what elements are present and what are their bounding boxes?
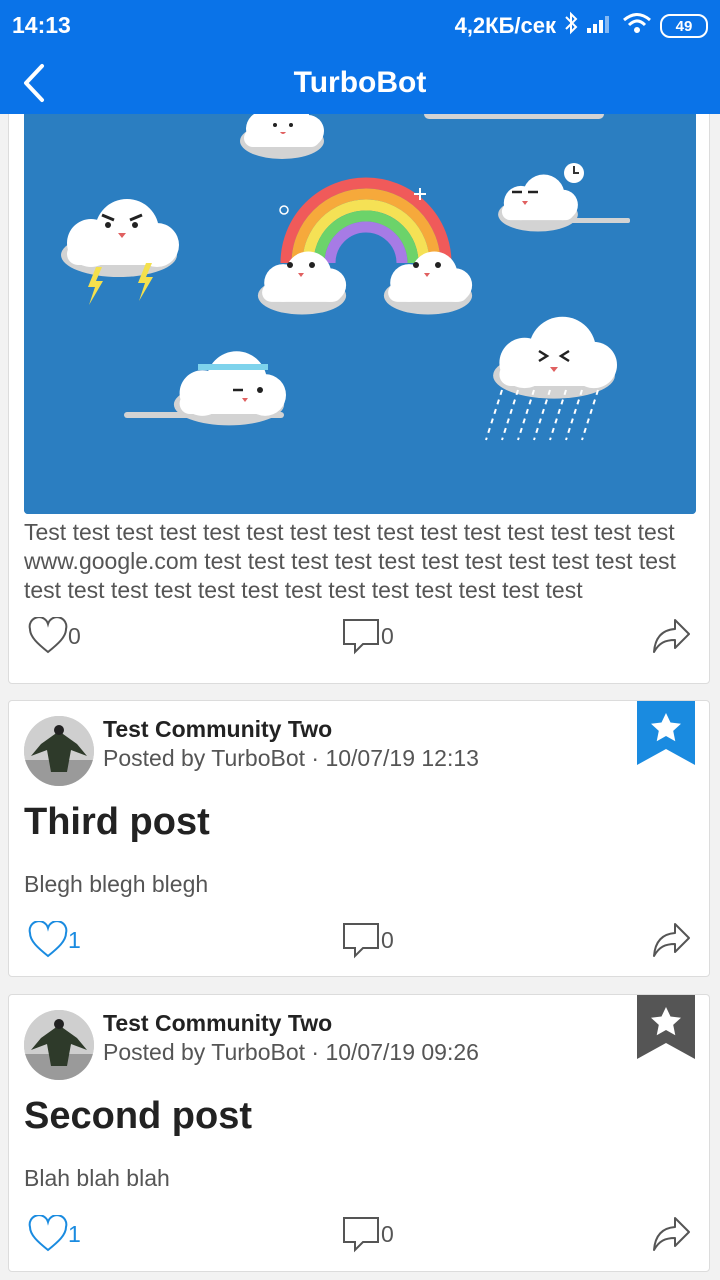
avatar[interactable]: [24, 716, 94, 786]
share-button[interactable]: [651, 921, 691, 959]
share-icon: [653, 1217, 690, 1251]
heart-icon: [28, 1215, 68, 1252]
post-body: Blegh blegh blegh: [24, 871, 209, 897]
bookmark-button[interactable]: [637, 701, 695, 765]
comment-button[interactable]: 0: [341, 1215, 394, 1253]
status-indicators: 4,2КБ/сек 49: [455, 10, 708, 42]
comment-icon: [343, 619, 379, 655]
share-button[interactable]: [651, 617, 691, 655]
post-actions: 1 0: [24, 1215, 697, 1261]
share-icon: [653, 619, 690, 653]
comment-icon: [343, 923, 379, 959]
like-count: 1: [68, 926, 81, 953]
comment-count: 0: [381, 622, 394, 649]
post-body: Blah blah blah: [24, 1165, 170, 1191]
wifi-icon: [622, 12, 652, 40]
comment-button[interactable]: 0: [341, 617, 394, 655]
share-button[interactable]: [651, 1215, 691, 1253]
post-title[interactable]: Third post: [24, 801, 210, 844]
avatar[interactable]: [24, 1010, 94, 1080]
comment-count: 0: [381, 1220, 394, 1247]
status-bar: 14:13 4,2КБ/сек 49: [0, 0, 720, 52]
like-count: 0: [68, 622, 81, 649]
community-name[interactable]: Test Community Two: [103, 716, 332, 743]
post-text: Test test test test test test test test …: [24, 519, 676, 603]
comment-icon: [343, 1217, 379, 1253]
like-button[interactable]: 1: [28, 921, 81, 959]
post-card[interactable]: Test Community Two Posted by TurboBot · …: [8, 994, 710, 1272]
like-button[interactable]: 1: [28, 1215, 81, 1253]
status-time: 14:13: [12, 12, 71, 38]
signal-icon: [586, 12, 614, 40]
bookmark-button[interactable]: [637, 995, 695, 1059]
post-card[interactable]: Test Community Two Posted by TurboBot · …: [8, 700, 710, 977]
page-title: TurboBot: [293, 66, 427, 99]
comment-count: 0: [381, 926, 394, 953]
share-icon: [653, 923, 690, 957]
battery-icon: 49: [660, 14, 708, 38]
post-title[interactable]: Second post: [24, 1095, 252, 1138]
like-count: 1: [68, 1220, 81, 1247]
post-meta: Posted by TurboBot · 10/07/19 09:26: [103, 1039, 479, 1065]
heart-icon: [28, 617, 68, 654]
post-actions: 0 0: [24, 617, 697, 663]
app-bar: TurboBot: [0, 52, 720, 114]
comment-button[interactable]: 0: [341, 921, 394, 959]
post-card[interactable]: Test test test test test test test test …: [8, 114, 710, 684]
post-meta: Posted by TurboBot · 10/07/19 12:13: [103, 745, 479, 771]
bluetooth-icon: [564, 11, 578, 41]
like-button[interactable]: 0: [28, 617, 81, 655]
network-speed: 4,2КБ/сек: [454, 13, 556, 38]
heart-icon: [28, 921, 68, 958]
community-name[interactable]: Test Community Two: [103, 1010, 332, 1037]
post-image[interactable]: [24, 114, 696, 514]
bookmark-star-icon: [637, 701, 695, 765]
feed[interactable]: Test test test test test test test test …: [0, 114, 720, 1280]
bookmark-star-icon: [637, 995, 695, 1059]
post-actions: 1 0: [24, 921, 697, 967]
